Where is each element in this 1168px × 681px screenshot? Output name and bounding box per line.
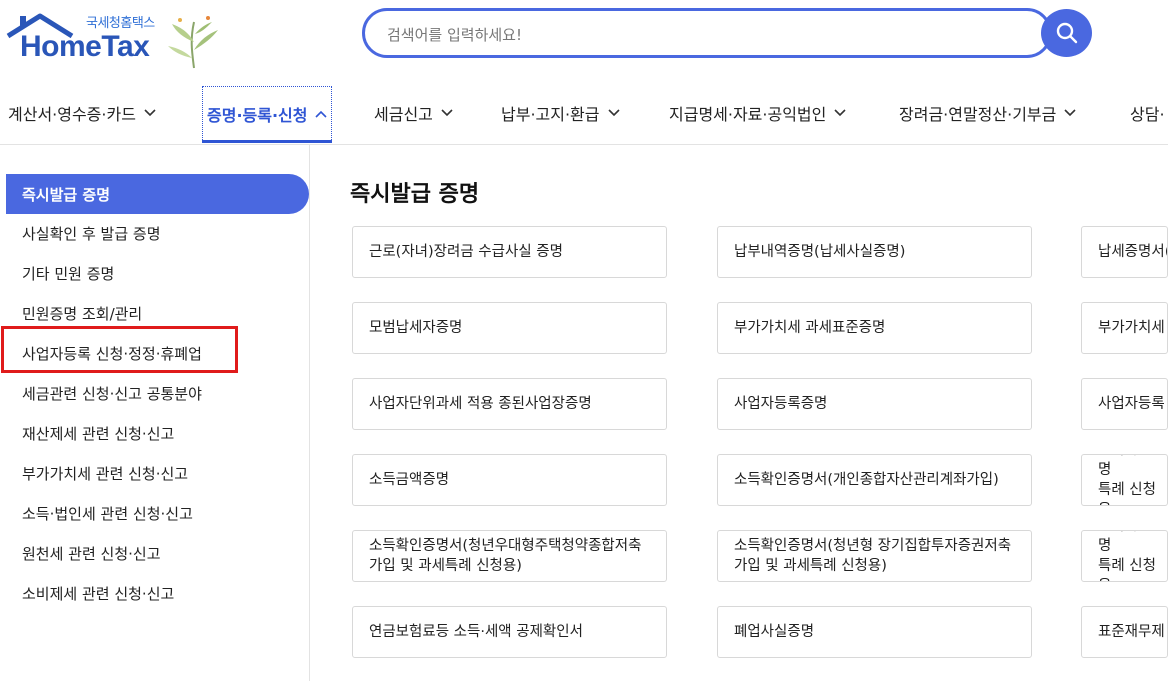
card-label: 연금보험료등 소득·세액 공제확인서 <box>369 624 583 640</box>
sidebar-item-label: 사실확인 후 발급 증명 <box>22 225 161 243</box>
nav-item-label: 장려금·연말정산·기부금 <box>899 105 1057 124</box>
nav-item-label: 지급명세·자료·공익법인 <box>669 105 827 124</box>
nav-item-label: 계산서·영수증·카드 <box>8 105 136 124</box>
sidebar-item-vat[interactable]: 부가가치세 관련 신청·신고 <box>22 463 188 484</box>
main-nav: 계산서·영수증·카드 증명·등록·신청 세금신고 납부·고지·환급 지급명세·자… <box>0 84 1168 144</box>
search-box <box>362 8 1052 58</box>
header: 국세청홈택스 HomeTax 계산서·영수증·카드 증명·등록·신청 <box>0 0 1168 145</box>
card-button[interactable]: 모범납세자증명 <box>352 302 667 354</box>
card-button[interactable]: 소득확인증명 특례 신청용 <box>1081 454 1168 506</box>
chevron-down-icon <box>441 109 453 117</box>
chevron-down-icon <box>1064 109 1076 117</box>
sidebar-item-consumption-tax[interactable]: 소비제세 관련 신청·신고 <box>22 583 174 604</box>
card-button[interactable]: 부가가치세 <box>1081 302 1168 354</box>
card-button[interactable]: 소득금액증명 <box>352 454 667 506</box>
sidebar: 즉시발급 증명 사실확인 후 발급 증명 기타 민원 증명 민원증명 조회/관리… <box>0 145 310 681</box>
card-button[interactable]: 소득확인증명서(개인종합자산관리계좌가입) <box>717 454 1032 506</box>
card-button[interactable]: 납부내역증명(납세사실증명) <box>717 226 1032 278</box>
sidebar-item-label: 소득·법인세 관련 신청·신고 <box>22 505 193 523</box>
card-label: 납세증명서( <box>1098 244 1168 260</box>
card-label: 소득확인증명서(개인종합자산관리계좌가입) <box>734 472 999 488</box>
chevron-up-icon <box>315 110 328 118</box>
card-button[interactable]: 소득확인증명 특례 신청용 <box>1081 530 1168 582</box>
sidebar-item-label: 세금관련 신청·신고 공통분야 <box>22 385 202 403</box>
sidebar-item-certificate-management[interactable]: 민원증명 조회/관리 <box>22 303 142 324</box>
card-label: 부가가치세 <box>1098 320 1165 336</box>
logo-title: HomeTax <box>20 30 150 63</box>
chevron-down-icon <box>834 109 846 117</box>
sidebar-item-property-tax[interactable]: 재산제세 관련 신청·신고 <box>22 423 174 444</box>
sidebar-item-label: 재산제세 관련 신청·신고 <box>22 425 175 443</box>
sidebar-item-instant-certificates[interactable]: 즉시발급 증명 <box>6 174 309 214</box>
card-label: 소득금액증명 <box>369 472 450 488</box>
card-label: 납부내역증명(납세사실증명) <box>734 244 906 260</box>
card-button[interactable]: 연금보험료등 소득·세액 공제확인서 <box>352 606 667 658</box>
card-label: 부가가치세 과세표준증명 <box>734 320 886 336</box>
sidebar-item-label: 민원증명 조회/관리 <box>22 305 143 323</box>
logo-subtitle: 국세청홈택스 <box>86 16 155 31</box>
card-label: 표준재무제 <box>1098 624 1165 640</box>
sidebar-item-income-corporate-tax[interactable]: 소득·법인세 관련 신청·신고 <box>22 503 193 524</box>
card-button[interactable]: 부가가치세 과세표준증명 <box>717 302 1032 354</box>
chevron-down-icon <box>144 109 156 117</box>
nav-item-label: 납부·고지·환급 <box>501 105 600 124</box>
card-label: 사업자등록증명 <box>734 396 828 412</box>
nav-item-label: 세금신고 <box>374 105 433 124</box>
card-button[interactable]: 근로(자녀)장려금 수급사실 증명 <box>352 226 667 278</box>
chevron-down-icon <box>607 109 620 117</box>
card-label: 소득확인증명 특례 신청용 <box>1098 455 1165 505</box>
card-button[interactable]: 폐업사실증명 <box>717 606 1032 658</box>
highlight-box <box>1 326 238 373</box>
card-button[interactable]: 사업자단위과세 적용 종된사업장증명 <box>352 378 667 430</box>
sidebar-item-label: 원천세 관련 신청·신고 <box>22 545 161 563</box>
card-button[interactable]: 납세증명서( <box>1081 226 1168 278</box>
card-label: 모범납세자증명 <box>369 320 463 336</box>
card-button[interactable]: 사업자등록증명 <box>717 378 1032 430</box>
card-button[interactable]: 표준재무제 <box>1081 606 1168 658</box>
card-button[interactable]: 소득확인증명서(청년우대형주택청약종합저축 가입 및 과세특례 신청용) <box>352 530 667 582</box>
sidebar-item-withholding-tax[interactable]: 원천세 관련 신청·신고 <box>22 543 161 564</box>
plant-icon <box>168 16 218 69</box>
sidebar-item-common-applications[interactable]: 세금관련 신청·신고 공통분야 <box>22 383 202 404</box>
card-label: 폐업사실증명 <box>734 624 815 640</box>
search-input[interactable] <box>385 21 1029 49</box>
sidebar-item-label: 기타 민원 증명 <box>22 265 115 283</box>
page-title: 즉시발급 증명 <box>350 182 480 207</box>
hometax-logo[interactable]: 국세청홈택스 HomeTax <box>6 8 226 69</box>
sidebar-item-other-certificates[interactable]: 기타 민원 증명 <box>22 263 114 284</box>
nav-item-certificates[interactable]: 증명·등록·신청 <box>202 86 333 143</box>
nav-item-incentives[interactable]: 장려금·연말정산·기부금 <box>899 84 1076 142</box>
card-label: 사업자등록 <box>1098 396 1165 412</box>
search-button[interactable] <box>1041 9 1092 57</box>
nav-item-label: 증명·등록·신청 <box>207 106 308 125</box>
card-label: 사업자단위과세 적용 종된사업장증명 <box>369 396 592 412</box>
sidebar-item-label: 소비제세 관련 신청·신고 <box>22 585 175 603</box>
sidebar-item-label: 즉시발급 증명 <box>22 185 111 204</box>
card-label: 소득확인증명서(청년형 장기집합투자증권저축 가입 및 과세특례 신청용) <box>734 538 1012 574</box>
nav-item-label: 상담· <box>1130 105 1165 124</box>
card-label: 소득확인증명 특례 신청용 <box>1098 531 1165 581</box>
card-label: 소득확인증명서(청년우대형주택청약종합저축 가입 및 과세특례 신청용) <box>369 538 642 574</box>
nav-item-consultation[interactable]: 상담· <box>1130 84 1168 142</box>
nav-item-statements[interactable]: 지급명세·자료·공익법인 <box>669 84 846 142</box>
sidebar-item-label: 부가가치세 관련 신청·신고 <box>22 465 189 483</box>
nav-item-payment[interactable]: 납부·고지·환급 <box>501 84 620 142</box>
card-label: 근로(자녀)장려금 수급사실 증명 <box>369 244 563 260</box>
card-button[interactable]: 소득확인증명서(청년형 장기집합투자증권저축 가입 및 과세특례 신청용) <box>717 530 1032 582</box>
nav-item-tax-filing[interactable]: 세금신고 <box>374 84 453 142</box>
sidebar-item-fact-check-certificates[interactable]: 사실확인 후 발급 증명 <box>22 223 161 244</box>
nav-item-invoices[interactable]: 계산서·영수증·카드 <box>8 84 156 142</box>
search-icon <box>1056 22 1077 44</box>
card-button[interactable]: 사업자등록 <box>1081 378 1168 430</box>
